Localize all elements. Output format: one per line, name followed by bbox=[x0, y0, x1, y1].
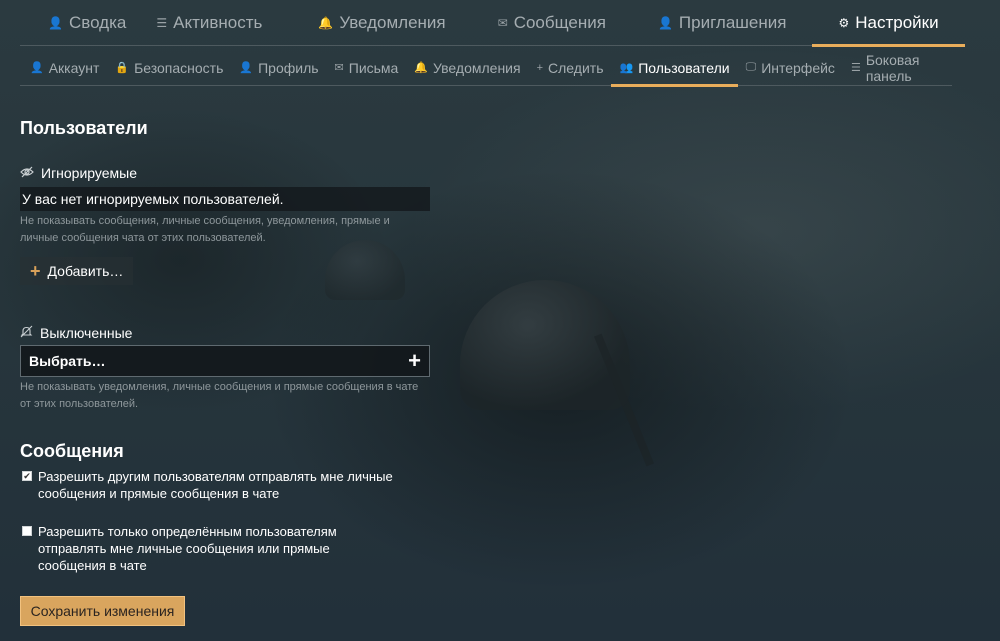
add-ignored-button[interactable]: + Добавить… bbox=[20, 257, 133, 285]
tab-summary[interactable]: 👤 Сводка bbox=[20, 0, 140, 46]
subtab-emails[interactable]: ✉ Письма bbox=[327, 50, 407, 86]
subtab-notifications[interactable]: 🔔 Уведомления bbox=[406, 50, 528, 86]
subtab-label: Пользователи bbox=[638, 59, 730, 76]
subtab-account[interactable]: 👤 Аккаунт bbox=[20, 50, 107, 86]
subtab-interface[interactable]: 🖵 Интерфейс bbox=[738, 50, 843, 86]
save-changes-button[interactable]: Сохранить изменения bbox=[20, 596, 185, 626]
tab-messages[interactable]: ✉ Сообщения bbox=[472, 0, 632, 46]
background-soldier bbox=[325, 240, 405, 300]
envelope-icon: ✉ bbox=[334, 62, 344, 74]
ignored-label: Игнорируемые bbox=[20, 165, 137, 181]
subtab-sidebar[interactable]: ☰ Боковая панель bbox=[843, 50, 952, 86]
allow-pm-option[interactable]: ✔ Разрешить другим пользователям отправл… bbox=[22, 468, 442, 502]
user-icon: 👤 bbox=[48, 15, 63, 30]
tab-notifications[interactable]: 🔔 Уведомления bbox=[292, 0, 471, 46]
tab-label: Активность bbox=[173, 12, 263, 32]
envelope-icon: ✉ bbox=[497, 15, 508, 30]
lock-icon: 🔒 bbox=[115, 62, 130, 74]
muted-label-text: Выключенные bbox=[40, 325, 133, 341]
allow-specific-pm-label: Разрешить только определённым пользовате… bbox=[38, 524, 337, 573]
messages-section-title: Сообщения bbox=[20, 441, 124, 461]
tab-settings[interactable]: ⚙ Настройки bbox=[812, 0, 965, 47]
subtab-users[interactable]: 👥 Пользователи bbox=[611, 50, 738, 87]
subtab-label: Письма bbox=[348, 59, 399, 76]
subtab-label: Аккаунт bbox=[48, 59, 100, 76]
muted-label: Выключенные bbox=[20, 325, 132, 341]
monitor-icon: 🖵 bbox=[745, 61, 757, 73]
subtab-profile[interactable]: 👤 Профиль bbox=[231, 50, 326, 86]
user-plus-icon: 👤 bbox=[657, 15, 673, 30]
muted-help-text: Не показывать уведомления, личные сообще… bbox=[20, 381, 419, 410]
allow-specific-pm-checkbox[interactable] bbox=[22, 526, 32, 536]
muted-users-select[interactable]: Выбрать… + bbox=[20, 345, 430, 377]
tab-label: Сообщения bbox=[513, 12, 606, 32]
user-icon: 👤 bbox=[30, 62, 44, 74]
plus-icon: + bbox=[536, 61, 544, 74]
tab-label: Настройки bbox=[855, 12, 939, 32]
allow-specific-pm-option[interactable]: Разрешить только определённым пользовате… bbox=[22, 523, 442, 574]
bell-icon: 🔔 bbox=[318, 15, 334, 30]
subtab-tracking[interactable]: + Следить bbox=[529, 50, 612, 86]
settings-sub-nav: 👤 Аккаунт 🔒 Безопасность 👤 Профиль ✉ Пис… bbox=[20, 50, 952, 87]
tab-invites[interactable]: 👤 Приглашения bbox=[632, 0, 813, 46]
list-icon: ☰ bbox=[156, 15, 168, 30]
ignored-users-field: У вас нет игнорируемых пользователей. bbox=[20, 187, 430, 211]
plus-icon: + bbox=[408, 348, 421, 373]
tab-activity[interactable]: ☰ Активность bbox=[140, 0, 292, 46]
bell-slash-icon bbox=[20, 325, 33, 341]
users-icon: 👥 bbox=[619, 62, 634, 74]
tab-label: Сводка bbox=[68, 12, 127, 32]
subtab-label: Следить bbox=[548, 59, 604, 76]
top-nav: 👤 Сводка ☰ Активность 🔔 Уведомления ✉ Со… bbox=[20, 0, 965, 47]
subtab-label: Интерфейс bbox=[761, 59, 835, 76]
subtab-label: Профиль bbox=[258, 59, 319, 76]
page-title: Пользователи bbox=[20, 118, 148, 138]
list-icon: ☰ bbox=[850, 62, 861, 74]
subtab-label: Боковая панель bbox=[865, 51, 920, 84]
select-placeholder: Выбрать… bbox=[29, 353, 106, 369]
add-label: Добавить… bbox=[47, 263, 124, 279]
subtab-security[interactable]: 🔒 Безопасность bbox=[107, 50, 231, 86]
subtab-label: Безопасность bbox=[134, 59, 224, 76]
bell-icon: 🔔 bbox=[414, 62, 429, 74]
user-icon: 👤 bbox=[239, 62, 254, 74]
ignored-label-text: Игнорируемые bbox=[41, 165, 138, 181]
gear-icon: ⚙ bbox=[838, 15, 850, 30]
eye-slash-icon bbox=[20, 166, 34, 181]
plus-icon: + bbox=[30, 260, 41, 281]
allow-pm-checkbox[interactable]: ✔ bbox=[22, 471, 32, 481]
tab-label: Уведомления bbox=[339, 12, 446, 32]
subtab-label: Уведомления bbox=[433, 59, 521, 76]
tab-label: Приглашения bbox=[678, 12, 787, 32]
ignored-help-text: Не показывать сообщения, личные сообщени… bbox=[20, 215, 390, 244]
allow-pm-label: Разрешить другим пользователям отправлят… bbox=[38, 469, 393, 501]
